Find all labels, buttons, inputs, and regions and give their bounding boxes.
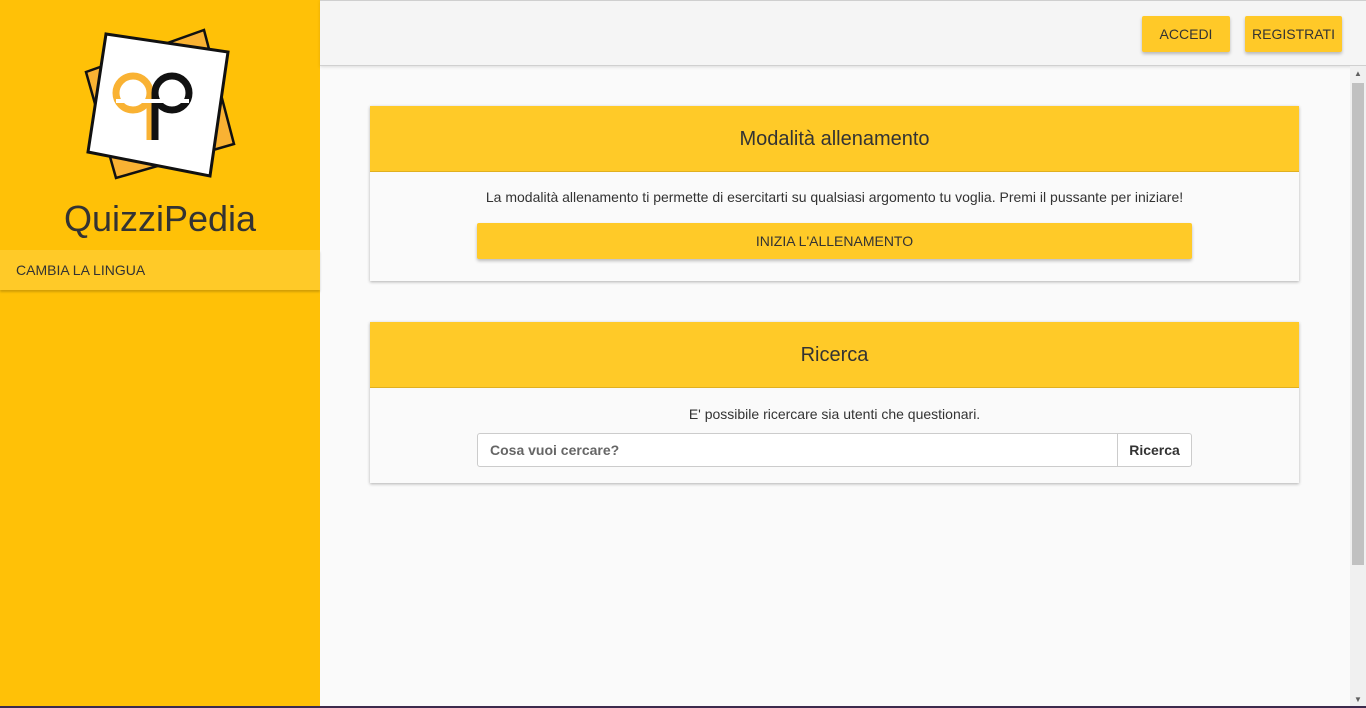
training-card: Modalità allenamento La modalità allenam…	[370, 106, 1299, 281]
sidebar-item-change-language[interactable]: CAMBIA LA LINGUA	[0, 250, 320, 290]
training-card-title: Modalità allenamento	[370, 106, 1299, 172]
training-card-description: La modalità allenamento ti permette di e…	[485, 189, 1184, 205]
register-button[interactable]: REGISTRATI	[1245, 16, 1342, 52]
start-training-button[interactable]: INIZIA L'ALLENAMENTO	[477, 223, 1192, 259]
scroll-up-arrow-icon[interactable]: ▲	[1350, 66, 1366, 82]
quizzipedia-logo[interactable]	[80, 28, 240, 188]
scrollbar-thumb[interactable]	[1352, 83, 1364, 565]
search-card-description: E' possibile ricercare sia utenti che qu…	[688, 406, 981, 422]
search-card: Ricerca E' possibile ricercare sia utent…	[370, 322, 1299, 483]
sidebar: QuizziPedia CAMBIA LA LINGUA	[0, 0, 320, 708]
search-group: Ricerca	[477, 433, 1192, 467]
login-button[interactable]: ACCEDI	[1142, 16, 1230, 52]
top-toolbar: ACCEDI REGISTRATI	[320, 0, 1366, 66]
search-card-title: Ricerca	[370, 322, 1299, 388]
brand-title: QuizziPedia	[63, 198, 257, 239]
search-input[interactable]	[477, 433, 1118, 467]
vertical-scrollbar[interactable]: ▲ ▼	[1350, 66, 1366, 708]
search-button[interactable]: Ricerca	[1118, 433, 1192, 467]
